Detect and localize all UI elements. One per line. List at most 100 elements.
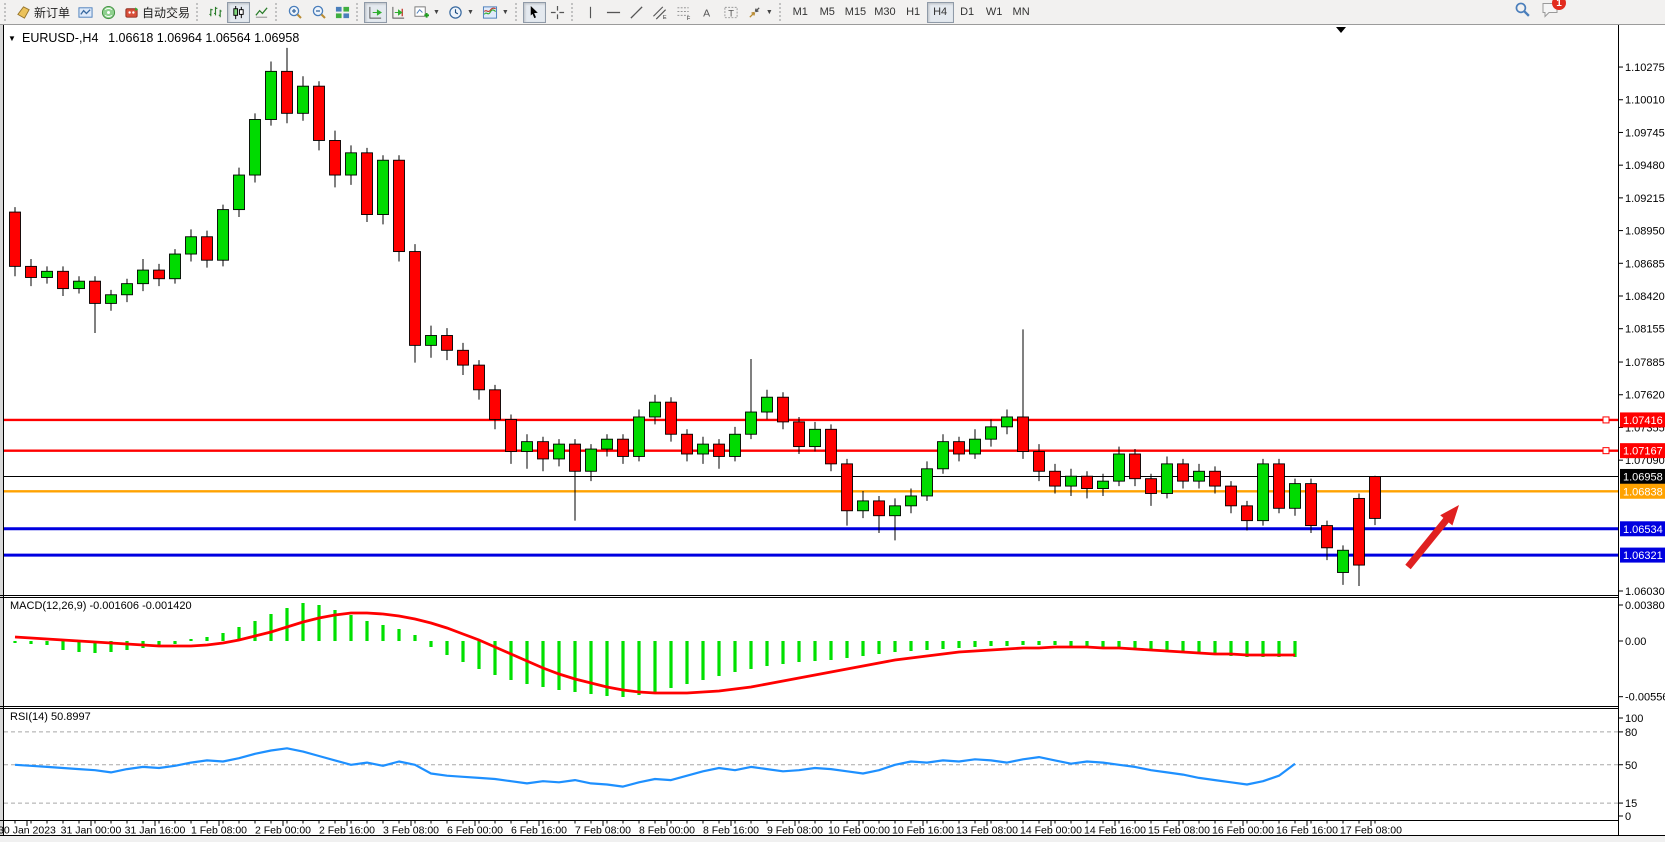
- candle: [266, 71, 277, 119]
- crosshair-icon: [550, 5, 565, 20]
- chart-window-button[interactable]: [74, 2, 97, 23]
- candle: [906, 496, 917, 506]
- svg-text:0.003805: 0.003805: [1625, 600, 1665, 612]
- crosshair-tool-button[interactable]: [546, 2, 569, 23]
- timeframe-m5[interactable]: M5: [814, 2, 841, 23]
- zoom-in-button[interactable]: [283, 2, 307, 23]
- fibonacci-tool-button[interactable]: F: [672, 2, 696, 23]
- vertical-line-tool-button[interactable]: [579, 2, 602, 23]
- zoom-in-icon: [287, 4, 303, 20]
- candle: [442, 335, 453, 350]
- svg-text:1.09745: 1.09745: [1625, 127, 1665, 139]
- timeframe-w1[interactable]: W1: [981, 2, 1008, 23]
- time-label: 31 Jan 00:00: [61, 825, 122, 837]
- candle: [1082, 476, 1093, 488]
- equidistant-channel-tool-button[interactable]: E: [648, 2, 672, 23]
- candle: [506, 419, 517, 451]
- tile-windows-button[interactable]: [331, 2, 354, 23]
- collapse-arrow-icon: ▼: [8, 34, 16, 43]
- candle: [1018, 417, 1029, 452]
- chart-title: EURUSD-,H4 1.06618 1.06964 1.06564 1.069…: [22, 31, 299, 45]
- periods-button[interactable]: ▼: [444, 2, 478, 23]
- candle: [218, 210, 229, 261]
- line-chart-mode-button[interactable]: [250, 2, 273, 23]
- chevron-down-icon: ▼: [766, 9, 773, 16]
- templates-button[interactable]: ▼: [478, 2, 513, 23]
- cursor-tool-button[interactable]: [523, 2, 546, 23]
- candle: [698, 444, 709, 454]
- search-icon[interactable]: [1514, 1, 1531, 23]
- candle: [1290, 484, 1301, 509]
- candle: [1338, 550, 1349, 572]
- timeframe-mn[interactable]: MN: [1008, 2, 1035, 23]
- timeframe-m30[interactable]: M30: [870, 2, 899, 23]
- candle: [410, 252, 421, 346]
- candlestick-mode-button[interactable]: [227, 2, 250, 23]
- timeframe-d1[interactable]: D1: [954, 2, 981, 23]
- candle: [154, 270, 165, 279]
- candle: [394, 160, 405, 251]
- trendline-icon: [629, 5, 644, 20]
- candle: [1226, 486, 1237, 506]
- text-a-icon: A: [700, 5, 714, 20]
- auto-scroll-button[interactable]: [364, 2, 387, 23]
- candle: [650, 402, 661, 417]
- signals-button[interactable]: [97, 2, 120, 23]
- text-tool-button[interactable]: A: [696, 2, 719, 23]
- auto-trading-button[interactable]: 自动交易: [120, 2, 194, 23]
- toolbar-grip: [779, 3, 784, 21]
- svg-text:1.06030: 1.06030: [1625, 586, 1665, 598]
- cursor-icon: [527, 5, 542, 20]
- new-order-button[interactable]: 新订单: [12, 2, 74, 23]
- candle: [602, 439, 613, 449]
- candle: [1178, 464, 1189, 481]
- timeframe-h1[interactable]: H1: [900, 2, 927, 23]
- candle: [90, 281, 101, 303]
- bar-chart-mode-button[interactable]: [204, 2, 227, 23]
- price-badge-1.07167: 1.07167: [1623, 446, 1663, 458]
- chart-area[interactable]: 1.102751.100101.097451.094801.092151.089…: [0, 0, 1665, 842]
- time-label: 17 Feb 08:00: [1340, 825, 1402, 837]
- arrows-tool-button[interactable]: ▼: [743, 2, 777, 23]
- toolbar-grip: [356, 3, 361, 21]
- candle: [346, 153, 357, 175]
- zoom-out-button[interactable]: [307, 2, 331, 23]
- svg-text:0: 0: [1625, 811, 1631, 823]
- candle: [970, 439, 981, 454]
- line-handle[interactable]: [1603, 417, 1609, 423]
- svg-text:1.08155: 1.08155: [1625, 324, 1665, 336]
- trendline-tool-button[interactable]: [625, 2, 648, 23]
- chart-shift-button[interactable]: [387, 2, 410, 23]
- time-label: 2 Feb 00:00: [255, 825, 311, 837]
- candle: [986, 427, 997, 439]
- auto-trading-icon: [124, 5, 139, 20]
- timeframe-h4[interactable]: H4: [927, 2, 954, 23]
- time-label: 14 Feb 00:00: [1020, 825, 1082, 837]
- price-badge-1.06838: 1.06838: [1623, 486, 1663, 498]
- candle: [570, 444, 581, 471]
- svg-text:F: F: [687, 16, 691, 20]
- timeframe-m1[interactable]: M1: [787, 2, 814, 23]
- toolbar-grip: [196, 3, 201, 21]
- line-handle[interactable]: [1603, 448, 1609, 454]
- candle: [730, 434, 741, 456]
- time-label: 9 Feb 08:00: [767, 825, 823, 837]
- candle: [186, 237, 197, 254]
- candle: [586, 449, 597, 471]
- horizontal-line-tool-button[interactable]: [602, 2, 625, 23]
- text-label-tool-button[interactable]: T: [719, 2, 743, 23]
- candle: [1306, 484, 1317, 526]
- tile-windows-icon: [335, 5, 350, 20]
- notifications-button[interactable]: 1: [1541, 1, 1559, 23]
- candle: [10, 212, 21, 266]
- time-label: 3 Feb 08:00: [383, 825, 439, 837]
- timeframe-m15[interactable]: M15: [841, 2, 870, 23]
- svg-text:15: 15: [1625, 798, 1637, 810]
- chart-window-icon: [78, 5, 93, 20]
- toolbar-grip: [275, 3, 280, 21]
- candle: [1274, 464, 1285, 508]
- svg-text:1.10010: 1.10010: [1625, 95, 1665, 107]
- candle: [1066, 476, 1077, 486]
- bar-chart-icon: [208, 5, 223, 20]
- add-indicator-button[interactable]: ▼: [410, 2, 444, 23]
